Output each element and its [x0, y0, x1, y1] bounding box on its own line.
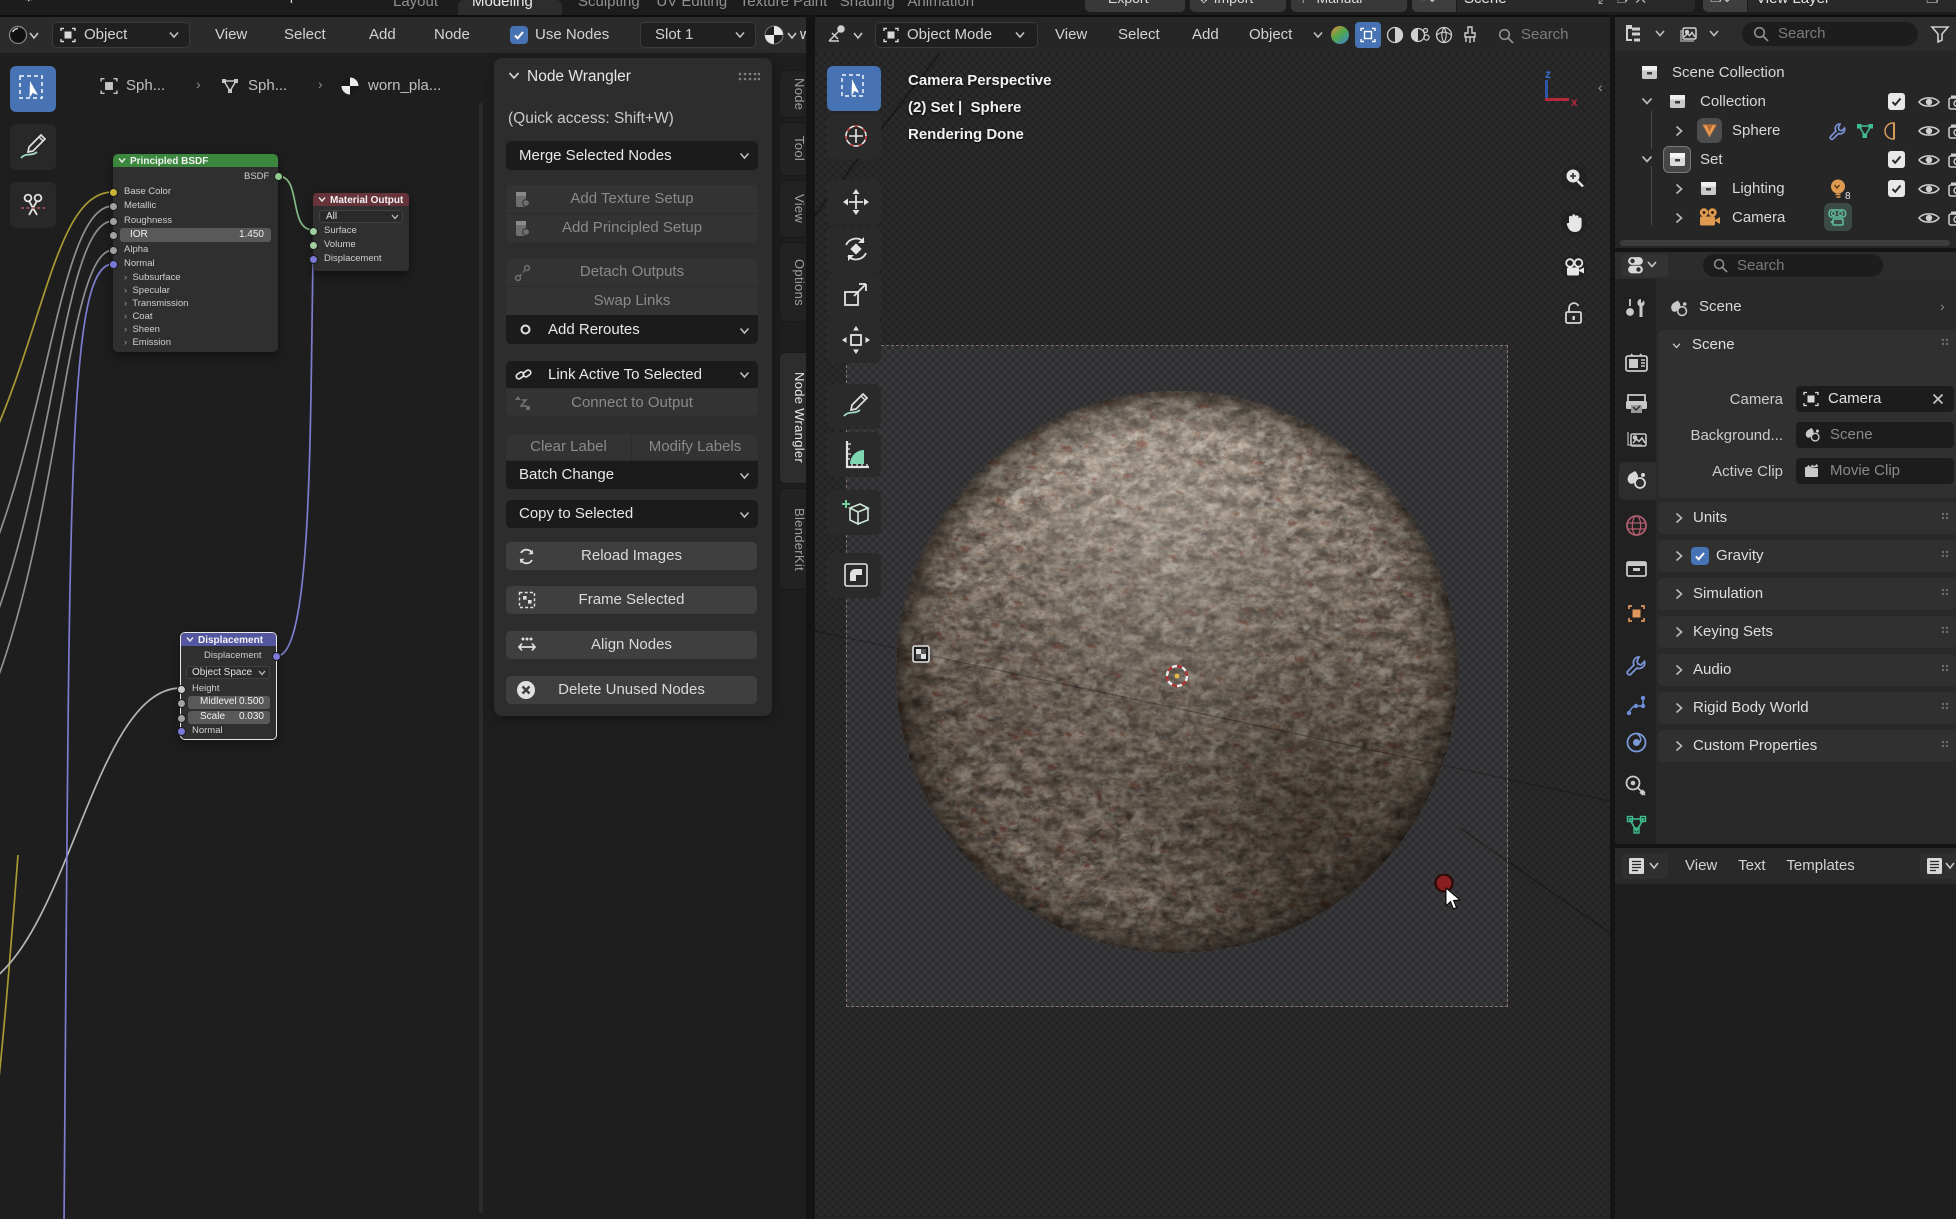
svg-text:z: z	[1545, 67, 1551, 81]
svg-text:8: 8	[1845, 191, 1851, 202]
svg-text:x: x	[1571, 95, 1578, 109]
